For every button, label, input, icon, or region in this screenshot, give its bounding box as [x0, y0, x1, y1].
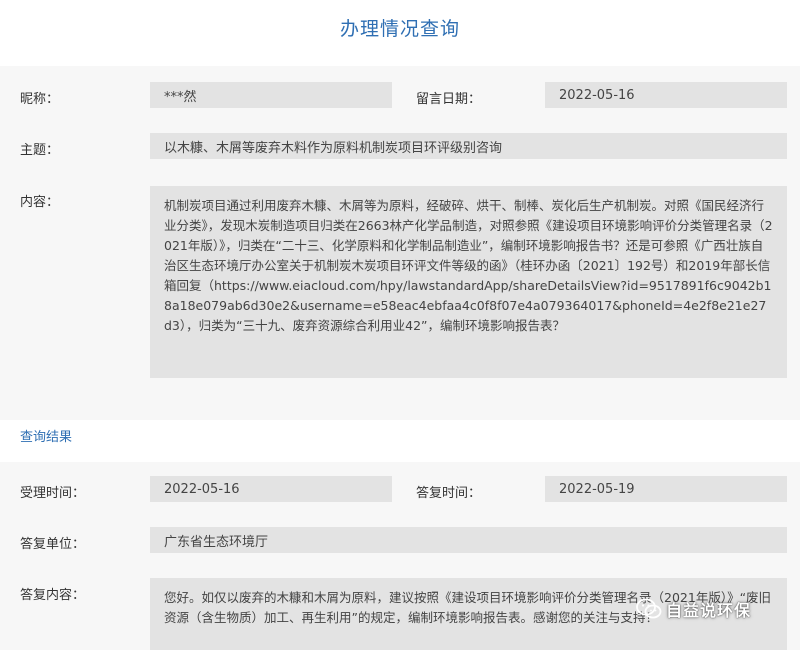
reply-unit-field: 广东省生态环境厅 [150, 527, 787, 553]
wechat-icon [636, 598, 662, 619]
query-result-heading[interactable]: 查询结果 [20, 426, 72, 445]
nickname-label: 昵称： [20, 92, 60, 107]
page-title: 办理情况查询 [339, 18, 460, 40]
content-label: 内容： [20, 195, 60, 210]
message-date-label: 留言日期： [416, 92, 482, 107]
subject-field: 以木糠、木屑等废弃木料作为原料机制炭项目环评级别咨询 [150, 133, 787, 159]
message-date-field: 2022-05-16 [545, 82, 787, 108]
content-field: 机制炭项目通过利用废弃木糠、木屑等为原料，经破碎、烘干、制棒、炭化后生产机制炭。… [150, 186, 787, 378]
subject-label: 主题： [20, 143, 60, 158]
watermark-text: 自益说环保 [666, 601, 752, 620]
accept-time-label: 受理时间： [20, 486, 86, 501]
reply-time-field: 2022-05-19 [545, 476, 787, 502]
reply-content-label: 答复内容： [20, 588, 86, 603]
nickname-field: ***然 [150, 82, 392, 108]
reply-unit-label: 答复单位： [20, 537, 86, 552]
reply-time-label: 答复时间： [416, 486, 482, 501]
watermark: 自益说环保 [636, 597, 751, 621]
accept-time-field: 2022-05-16 [150, 476, 392, 502]
